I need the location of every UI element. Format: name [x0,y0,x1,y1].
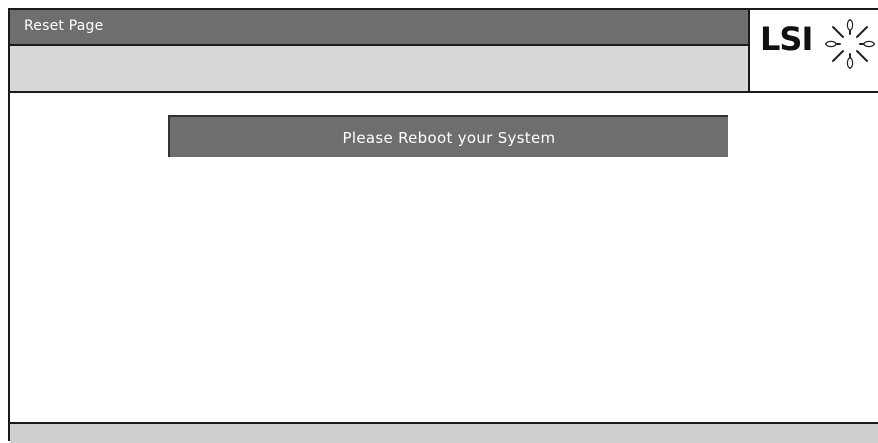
footer-bar [10,424,878,443]
reboot-message: Please Reboot your System [342,129,556,147]
lsi-starburst-logo-icon [825,19,875,69]
page-frame: Reset Page LSI Please Reboot your System [8,8,878,443]
logo-text: LSI [760,20,813,58]
subheader-bar [10,46,748,91]
header-divider [10,91,878,93]
reboot-message-bar: Please Reboot your System [168,115,728,157]
title-bar: Reset Page [10,10,748,46]
page-title: Reset Page [24,18,104,34]
logo-container: LSI [748,10,878,91]
